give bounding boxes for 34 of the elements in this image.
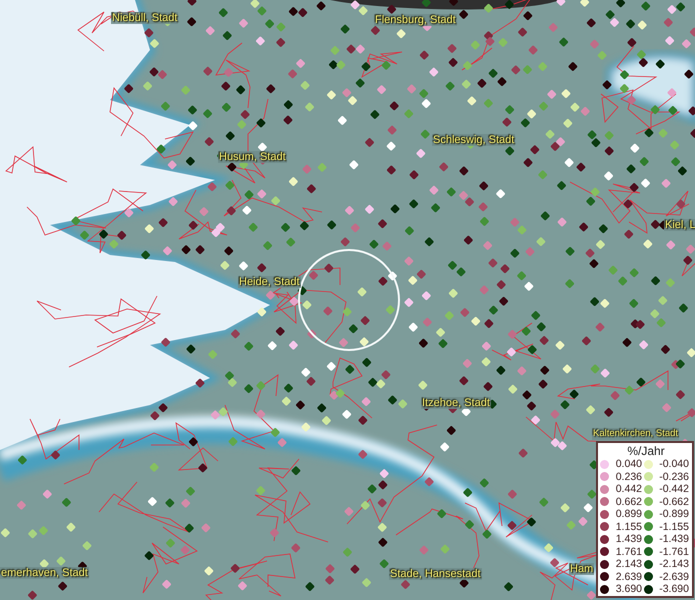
- place-label: Husum, Stadt: [218, 151, 287, 163]
- legend-label: -0.662: [658, 496, 689, 508]
- legend-label: 0.662: [614, 496, 642, 508]
- legend-label: -1.439: [658, 533, 689, 546]
- legend-label: 3.690: [614, 583, 642, 596]
- legend-title: %/Jahr: [626, 444, 666, 458]
- place-label: Kiel, L: [664, 219, 695, 231]
- legend-label: 0.236: [614, 470, 642, 483]
- legend-label: -0.040: [658, 458, 689, 470]
- place-label: Heide, Stadt: [238, 276, 301, 288]
- legend-label: 1.439: [614, 533, 642, 546]
- legend-label: -2.639: [658, 570, 689, 583]
- place-label: Itzehoe, Stadt: [421, 397, 491, 409]
- legend-label: -1.761: [658, 546, 689, 558]
- legend-label: 2.639: [614, 570, 642, 583]
- legend-label: 1.155: [614, 520, 642, 533]
- place-label: Flensburg, Stadt: [374, 14, 457, 26]
- place-label: Kaltenkirchen, Stadt: [592, 428, 680, 440]
- legend-label: 2.143: [614, 558, 642, 570]
- place-label: Ham: [569, 563, 594, 575]
- legend-label: 0.442: [614, 483, 642, 496]
- legend-label: 0.899: [614, 508, 642, 520]
- legend-label: -0.442: [658, 483, 689, 496]
- legend-label: -2.143: [658, 558, 689, 570]
- legend-label: -1.155: [658, 520, 689, 533]
- place-label: emerhaven, Stadt: [0, 567, 89, 579]
- legend-label: -0.236: [658, 470, 689, 483]
- place-label: Stade, Hansestadt: [389, 568, 482, 580]
- legend-label: 1.761: [614, 546, 642, 558]
- legend-label: -3.690: [658, 583, 689, 596]
- place-label: Schleswig, Stadt: [432, 134, 516, 146]
- place-label: Niebüll, Stadt: [111, 12, 178, 24]
- legend-label: 0.040: [614, 458, 642, 470]
- legend-label: -0.899: [658, 508, 689, 520]
